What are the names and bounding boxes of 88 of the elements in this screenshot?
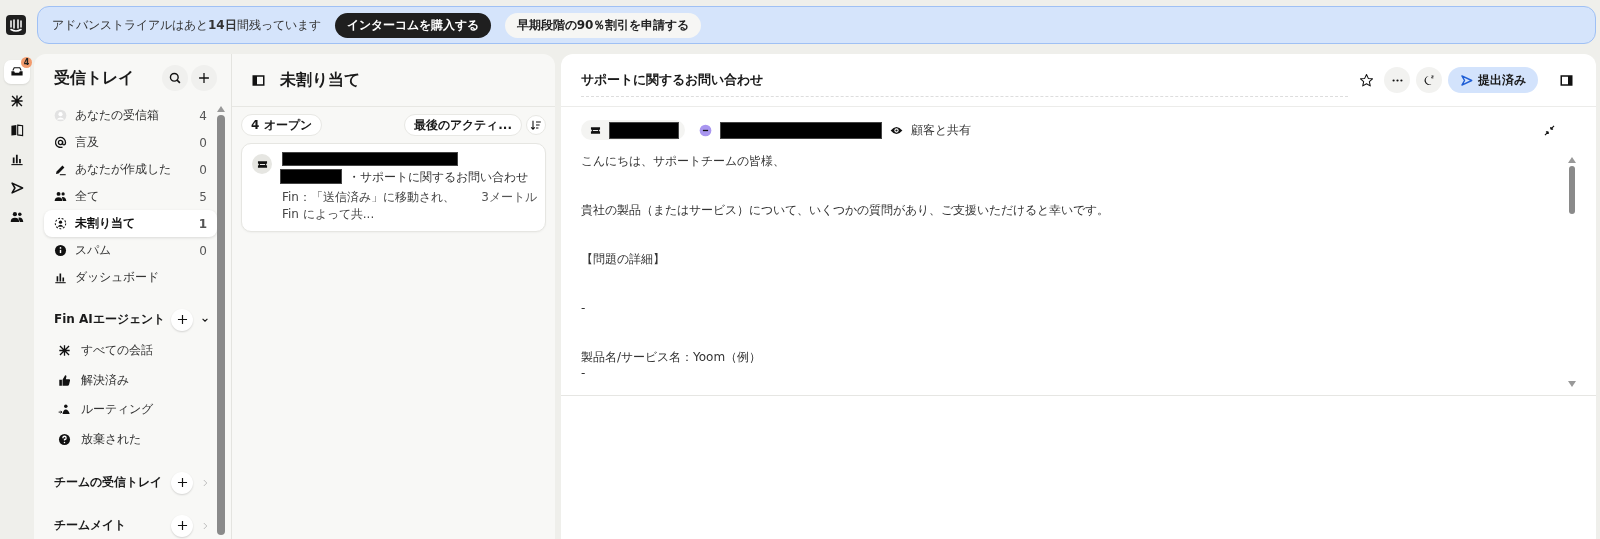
plus-icon[interactable]: [175, 476, 189, 489]
scrollbar[interactable]: [1568, 157, 1576, 387]
sparkle-icon[interactable]: [10, 94, 24, 108]
sidebar-item[interactable]: 全て 5: [44, 183, 217, 210]
avatar: [54, 109, 67, 122]
snooze-icon[interactable]: [1422, 73, 1436, 87]
send-icon[interactable]: [10, 181, 24, 195]
add-button[interactable]: [171, 514, 193, 537]
section-title: Fin AIエージェント: [54, 311, 165, 328]
discount-button[interactable]: 早期段階の90％割引を申請する: [504, 12, 702, 38]
item-label: すべての会話: [81, 342, 154, 360]
sidebar-item[interactable]: すべての会話: [44, 336, 217, 366]
people-icon: [54, 190, 67, 203]
plus-icon[interactable]: [175, 519, 189, 532]
item-label: あなたの受信箱: [75, 107, 160, 124]
at-sign-icon: [54, 136, 67, 149]
submitted-button[interactable]: 提出済み: [1448, 67, 1538, 93]
status-dot-icon: [699, 123, 712, 137]
inbox-title: 受信トレイ: [53, 67, 135, 89]
person-circle-icon: [54, 217, 67, 230]
section-title: チームの受信トレイ: [54, 474, 163, 491]
message-line: 製品名/サービス名：Yoom（例）: [581, 349, 763, 365]
item-count: 0: [199, 162, 207, 177]
thumbs-up-icon: [58, 373, 71, 387]
item-count: 0: [199, 135, 207, 150]
item-label: 全て: [75, 188, 100, 205]
info-icon: [54, 244, 67, 257]
item-label: 言及: [75, 134, 100, 151]
panel-title: 未割り当て: [280, 69, 360, 91]
more-button[interactable]: [1384, 67, 1410, 93]
message-line: 貴社の製品（またはサービス）について、いくつかの質問があり、ご支援いただけると幸いです。: [581, 202, 1110, 218]
notification-badge: 4: [21, 57, 32, 68]
message-line: こんにちは、サポートチームの皆様、: [581, 153, 786, 169]
visibility-label: 顧客と共有: [911, 121, 971, 139]
sidebar-item[interactable]: 解決済み: [44, 365, 217, 395]
item-label: 放棄された: [81, 430, 142, 448]
section-title: チームメイト: [54, 517, 127, 534]
conversation-title: サポートに関するお問い合わせ: [581, 63, 1348, 97]
sidebar-item[interactable]: ダッシュボード: [44, 264, 217, 291]
plus-icon[interactable]: [175, 313, 189, 326]
people-icon[interactable]: [10, 210, 24, 224]
message-line: 【問題の詳細】: [581, 251, 666, 267]
message-preview: Fin：「送信済み」に移動され、Fin によって共...: [281, 189, 456, 223]
bar-chart-icon[interactable]: [10, 152, 24, 166]
message-line: -: [581, 300, 587, 316]
conversation-subject: ・サポートに関するお問い合わせ: [348, 169, 528, 186]
item-label: スパム: [75, 242, 112, 259]
item-label: ルーティング: [81, 401, 154, 419]
item-count: 1: [198, 216, 207, 231]
conversation-card[interactable]: ・サポートに関するお問い合わせ Fin：「送信済み」に移動され、Fin によって共... 3メートル: [241, 143, 546, 232]
sidebar-item[interactable]: あなたの受信箱 4: [44, 102, 217, 129]
routing-icon: [58, 403, 71, 417]
trial-message: アドバンストライアルはあと14日間残っています: [52, 16, 321, 34]
sidebar-item[interactable]: 言及 0: [44, 129, 217, 156]
add-icon[interactable]: [197, 71, 211, 85]
sparkle-icon: [58, 344, 71, 358]
sidebar-item[interactable]: スパム 0: [44, 237, 217, 264]
item-label: 未割り当て: [75, 215, 136, 232]
redaction-bar: [609, 121, 679, 139]
sort-dropdown[interactable]: 最後のアクティ...: [404, 114, 522, 136]
add-button[interactable]: [171, 471, 193, 494]
item-label: 解決済み: [81, 371, 130, 389]
redaction-bar: [280, 169, 342, 184]
pen-icon: [54, 163, 67, 176]
timestamp: 3メートル: [481, 189, 537, 206]
inbox-icon[interactable]: [10, 65, 24, 79]
item-count: 4: [199, 108, 207, 123]
item-count: 0: [199, 243, 207, 258]
sidebar-item[interactable]: ルーティング: [44, 395, 217, 425]
collapse-icon[interactable]: [1543, 123, 1556, 137]
sidebar-item[interactable]: 未割り当て 1: [44, 210, 217, 237]
item-label: あなたが作成した: [75, 161, 172, 178]
search-button[interactable]: [162, 65, 188, 91]
question-icon: [58, 432, 71, 446]
add-button[interactable]: [171, 308, 193, 331]
logo-icon[interactable]: [6, 15, 26, 35]
sidebar-item[interactable]: あなたが作成した 0: [44, 156, 217, 183]
search-icon[interactable]: [168, 71, 182, 85]
book-icon[interactable]: [10, 123, 24, 137]
nav-button[interactable]: 4: [4, 60, 30, 84]
item-label: ダッシュボード: [75, 269, 160, 286]
buy-button[interactable]: インターコムを購入する: [334, 12, 491, 38]
bar-chart-icon: [54, 271, 67, 284]
open-filter[interactable]: 4 オープン: [241, 114, 322, 136]
message-line: -: [581, 365, 587, 381]
add-button[interactable]: [191, 65, 217, 91]
sidebar-item[interactable]: 放棄された: [44, 424, 217, 454]
item-count: 5: [199, 189, 207, 204]
